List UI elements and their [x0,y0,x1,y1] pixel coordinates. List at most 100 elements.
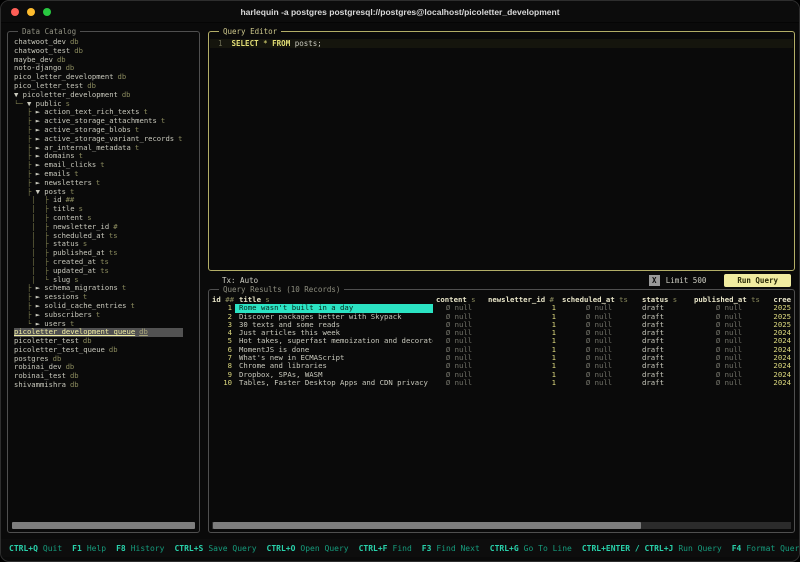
catalog-tree-item[interactable]: │ ├ statuss [14,240,193,249]
result-row[interactable]: 7What's new in ECMAScriptØ null1Ø nulldr… [209,354,794,362]
result-cell-cree[interactable]: 2024 [767,362,794,370]
result-cell-cree[interactable]: 2024 [767,354,794,362]
result-cell-status[interactable]: draft [639,304,691,312]
result-row[interactable]: 330 texts and some readsØ null1Ø nulldra… [209,321,794,329]
result-cell-content[interactable]: Ø null [433,329,485,337]
result-cell-content[interactable]: Ø null [433,321,485,329]
result-cell-title[interactable]: Tables, Faster Desktop Apps and CDN priv… [235,379,433,387]
result-cell-newsletter_id[interactable]: 1 [485,329,559,337]
result-row[interactable]: 9Dropbox, SPAs, WASMØ null1Ø nulldraftØ … [209,371,794,379]
catalog-tree-item[interactable]: ├ ► email_clickst [14,161,193,170]
result-cell-cree[interactable]: 2025 [767,304,794,312]
catalog-tree-item[interactable]: ├ ► action_text_rich_textst [14,108,193,117]
result-cell-title[interactable]: Dropbox, SPAs, WASM [235,371,433,379]
result-cell-newsletter_id[interactable]: 1 [485,346,559,354]
result-cell-id[interactable]: 10 [209,379,235,387]
result-cell-content[interactable]: Ø null [433,362,485,370]
result-cell-id[interactable]: 1 [209,304,235,312]
catalog-tree-item[interactable]: ├ ► ar_internal_metadatat [14,144,193,153]
result-cell-published_at[interactable]: Ø null [691,354,767,362]
result-cell-published_at[interactable]: Ø null [691,329,767,337]
catalog-tree-item[interactable]: picoletter_testdb [14,337,193,346]
query-editor-panel[interactable]: Query Editor 1SELECT * FROM posts; [208,31,795,271]
catalog-tree-item[interactable]: ├ ► emailst [14,170,193,179]
transaction-mode[interactable]: Tx: Auto [222,276,258,285]
result-cell-newsletter_id[interactable]: 1 [485,371,559,379]
limit-checkbox[interactable]: X [649,275,660,286]
catalog-tree-item[interactable]: ├ ► active_storage_blobst [14,126,193,135]
results-scrollbar-thumb[interactable] [213,522,641,529]
catalog-tree-item[interactable]: │ ├ created_atts [14,258,193,267]
result-cell-scheduled_at[interactable]: Ø null [559,321,639,329]
result-cell-id[interactable]: 4 [209,329,235,337]
tree-expand-icon[interactable]: ► [36,293,45,301]
tree-expand-icon[interactable]: ► [36,161,45,169]
result-cell-status[interactable]: draft [639,321,691,329]
result-cell-newsletter_id[interactable]: 1 [485,354,559,362]
catalog-tree-item[interactable]: ├ ► active_storage_attachmentst [14,117,193,126]
catalog-tree-item[interactable]: ├ ► active_storage_variant_recordst [14,135,193,144]
result-cell-title[interactable]: Discover packages better with Skypack [235,313,433,321]
catalog-tree-item[interactable]: ├ ► solid_cache_entriest [14,302,193,311]
result-cell-newsletter_id[interactable]: 1 [485,304,559,312]
result-cell-published_at[interactable]: Ø null [691,337,767,345]
result-cell-scheduled_at[interactable]: Ø null [559,346,639,354]
catalog-tree-item[interactable]: robinai_devdb [14,363,193,372]
result-cell-scheduled_at[interactable]: Ø null [559,379,639,387]
result-cell-cree[interactable]: 2024 [767,337,794,345]
catalog-tree-item[interactable]: ├ ► newsletterst [14,179,193,188]
result-cell-content[interactable]: Ø null [433,304,485,312]
catalog-tree-item[interactable]: │ ├ id## [14,196,193,205]
tree-expand-icon[interactable]: ► [36,320,45,328]
result-cell-content[interactable]: Ø null [433,313,485,321]
editor-line[interactable]: 1SELECT * FROM posts; [210,39,793,48]
result-cell-id[interactable]: 6 [209,346,235,354]
tree-expand-icon[interactable]: ► [36,108,45,116]
result-cell-title[interactable]: Hot takes, superfast memoization and dec… [235,337,433,345]
result-row[interactable]: 10Tables, Faster Desktop Apps and CDN pr… [209,379,794,387]
tree-expand-icon[interactable]: ► [36,152,45,160]
result-cell-status[interactable]: draft [639,362,691,370]
catalog-tree-item[interactable]: ├ ► domainst [14,152,193,161]
result-cell-id[interactable]: 9 [209,371,235,379]
tree-expand-icon[interactable]: ▼ [27,100,36,108]
result-cell-title[interactable]: 30 texts and some reads [235,321,433,329]
result-cell-cree[interactable]: 2025 [767,313,794,321]
result-cell-scheduled_at[interactable]: Ø null [559,337,639,345]
result-cell-title[interactable]: What's new in ECMAScript [235,354,433,362]
result-cell-content[interactable]: Ø null [433,346,485,354]
result-cell-content[interactable]: Ø null [433,337,485,345]
catalog-tree-item[interactable]: postgresdb [14,355,193,364]
catalog-tree-item[interactable]: picoletter_test_queuedb [14,346,193,355]
result-row[interactable]: 2Discover packages better with SkypackØ … [209,313,794,321]
result-cell-newsletter_id[interactable]: 1 [485,313,559,321]
tree-expand-icon[interactable]: ► [36,302,45,310]
result-cell-status[interactable]: draft [639,354,691,362]
catalog-tree-item[interactable]: maybe_devdb [14,56,193,65]
tree-expand-icon[interactable]: ► [36,126,45,134]
result-cell-status[interactable]: draft [639,371,691,379]
result-cell-id[interactable]: 7 [209,354,235,362]
catalog-tree-item[interactable]: │ ├ updated_atts [14,267,193,276]
tree-expand-icon[interactable]: ► [36,170,45,178]
run-query-button[interactable]: Run Query [724,274,791,287]
limit-input[interactable]: Limit 500 [666,276,707,285]
result-cell-content[interactable]: Ø null [433,379,485,387]
result-cell-status[interactable]: draft [639,379,691,387]
result-cell-cree[interactable]: 2024 [767,379,794,387]
result-cell-id[interactable]: 8 [209,362,235,370]
tree-expand-icon[interactable]: ► [36,135,45,143]
result-cell-published_at[interactable]: Ø null [691,304,767,312]
result-cell-scheduled_at[interactable]: Ø null [559,313,639,321]
catalog-tree-item[interactable]: ├ ▼ postst [14,188,193,197]
result-cell-scheduled_at[interactable]: Ø null [559,354,639,362]
result-cell-id[interactable]: 3 [209,321,235,329]
catalog-tree-item[interactable]: ▼ picoletter_developmentdb [14,91,193,100]
result-cell-status[interactable]: draft [639,329,691,337]
result-cell-cree[interactable]: 2025 [767,321,794,329]
catalog-horizontal-scrollbar[interactable] [11,522,196,529]
catalog-tree-item[interactable]: │ ├ contents [14,214,193,223]
catalog-tree-item[interactable]: pico_letter_developmentdb [14,73,193,82]
result-cell-id[interactable]: 5 [209,337,235,345]
catalog-tree-item[interactable]: pico_letter_testdb [14,82,193,91]
